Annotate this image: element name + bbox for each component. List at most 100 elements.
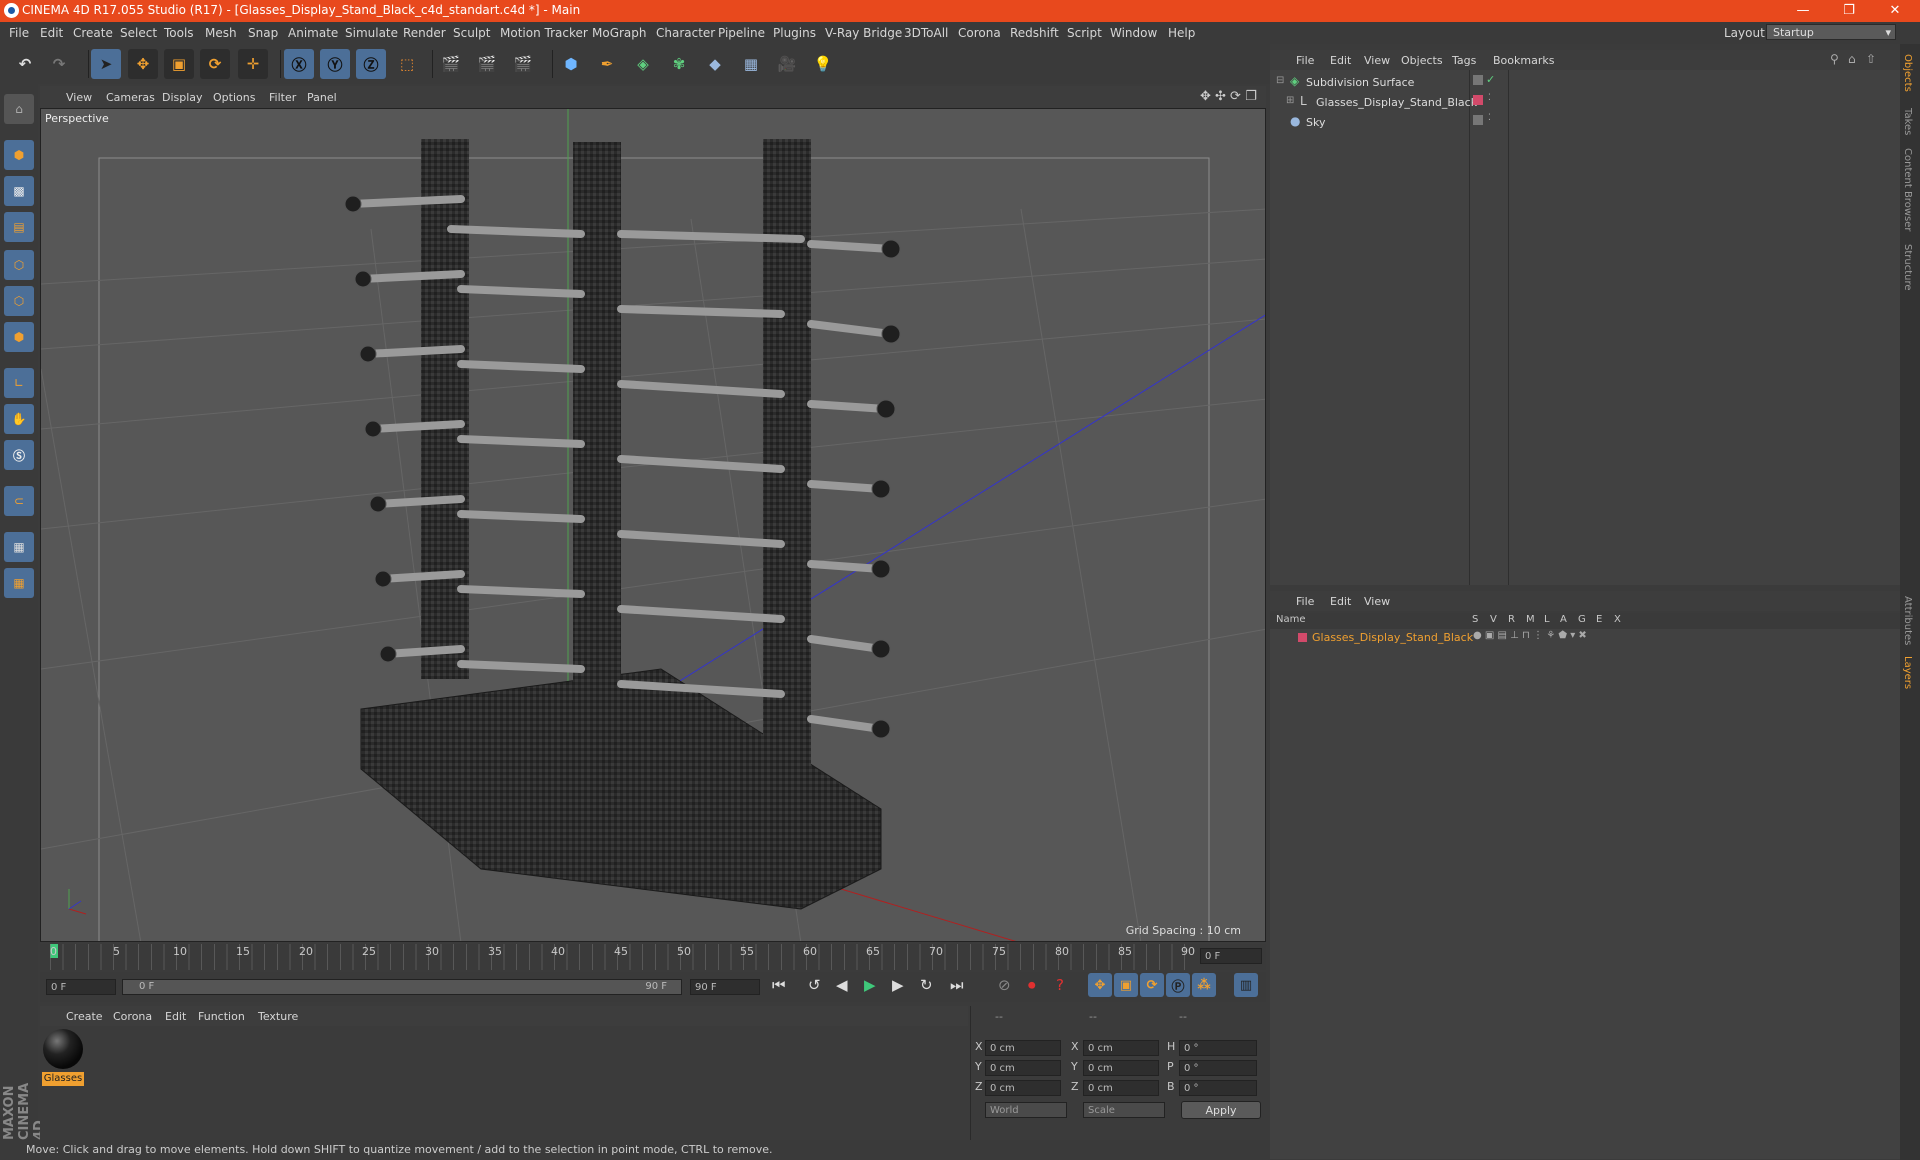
object-menu-objects[interactable]: Objects — [1401, 54, 1443, 67]
search-icon[interactable]: ⚲ — [1830, 52, 1839, 66]
material-menu-function[interactable]: Function — [198, 1010, 245, 1023]
layer-menu-file[interactable]: File — [1296, 595, 1314, 608]
add-floor-button[interactable]: ▦ — [736, 49, 766, 79]
object-menu-tags[interactable]: Tags — [1452, 54, 1476, 67]
menu-help[interactable]: Help — [1168, 26, 1195, 40]
material-menu-create[interactable]: Create — [66, 1010, 103, 1023]
layer-color-swatch[interactable] — [1298, 633, 1307, 642]
timeline-window-button[interactable]: ▥ — [1234, 973, 1258, 997]
x-axis-button[interactable]: Ⓧ — [284, 49, 314, 79]
rotation-b-field[interactable]: 0 ° — [1179, 1080, 1257, 1096]
position-y-field[interactable]: 0 cm — [985, 1060, 1061, 1076]
material-swatch-glasses[interactable]: Glasses — [42, 1028, 84, 1088]
current-frame-field[interactable]: 0 F — [1200, 948, 1262, 964]
rotation-p-field[interactable]: 0 ° — [1179, 1060, 1257, 1076]
key-position-button[interactable]: ✥ — [1088, 973, 1112, 997]
viewport-menu-filter[interactable]: Filter — [269, 91, 296, 104]
menu-render[interactable]: Render — [403, 26, 446, 40]
keyframe-selection-icon[interactable]: ? — [1056, 976, 1064, 994]
menu-select[interactable]: Select — [120, 26, 157, 40]
move-tool-button[interactable]: ✥ — [128, 49, 158, 79]
y-axis-button[interactable]: Ⓨ — [320, 49, 350, 79]
transform-tool-button[interactable]: ✛ — [238, 49, 268, 79]
menu-animate[interactable]: Animate — [288, 26, 338, 40]
end-frame-field[interactable]: 90 F — [690, 979, 760, 995]
key-rotation-button[interactable]: ⟳ — [1140, 973, 1164, 997]
menu-script[interactable]: Script — [1067, 26, 1102, 40]
undo-button[interactable]: ↶ — [10, 49, 40, 79]
add-cube-button[interactable]: ⬢ — [556, 49, 586, 79]
tweak-mode-button[interactable]: ✋ — [4, 404, 34, 434]
menu-motion-tracker[interactable]: Motion Tracker — [500, 26, 588, 40]
coordinate-mode-select[interactable]: Scale — [1083, 1102, 1165, 1118]
home-icon[interactable]: ⌂ — [1848, 52, 1856, 66]
prev-frame-icon[interactable]: ◀ — [836, 976, 848, 994]
menu-snap[interactable]: Snap — [248, 26, 278, 40]
preview-range-slider[interactable]: 0 F 90 F — [122, 979, 682, 995]
viewport-menu-display[interactable]: Display — [162, 91, 203, 104]
add-deformer-button[interactable]: ◆ — [700, 49, 730, 79]
solo-button[interactable]: Ⓢ — [4, 440, 34, 470]
3d-viewport[interactable]: Perspective Grid Spacing: 10 cm — [40, 108, 1266, 942]
autokey-icon[interactable]: ⏺ — [1028, 976, 1036, 994]
key-pla-button[interactable]: ⁂ — [1192, 973, 1216, 997]
menu-character[interactable]: Character — [656, 26, 715, 40]
render-view-button[interactable]: 🎬 — [436, 49, 466, 79]
object-menu-view[interactable]: View — [1364, 54, 1390, 67]
layer-menu-edit[interactable]: Edit — [1330, 595, 1351, 608]
planar-workplane-button[interactable]: ▦ — [4, 568, 34, 598]
menu-mograph[interactable]: MoGraph — [592, 26, 647, 40]
edges-mode-button[interactable]: ⬡ — [4, 286, 34, 316]
next-key-icon[interactable]: ↻ — [920, 976, 933, 994]
polygons-mode-button[interactable]: ⬢ — [4, 322, 34, 352]
menu-redshift[interactable]: Redshift — [1010, 26, 1059, 40]
live-selection-button[interactable]: ➤ — [91, 49, 121, 79]
expand-icon[interactable]: ⊞ — [1286, 95, 1294, 106]
close-button[interactable]: ✕ — [1872, 0, 1918, 22]
size-x-field[interactable]: 0 cm — [1083, 1040, 1159, 1056]
render-settings-button[interactable]: 🎬 — [508, 49, 538, 79]
start-frame-field[interactable]: 0 F — [46, 979, 116, 995]
tab-takes[interactable]: Takes — [1902, 108, 1913, 135]
object-menu-edit[interactable]: Edit — [1330, 54, 1351, 67]
texture-mode-button[interactable]: ▩ — [4, 176, 34, 206]
coordinate-space-select[interactable]: World — [985, 1102, 1067, 1118]
size-y-field[interactable]: 0 cm — [1083, 1060, 1159, 1076]
redo-button[interactable]: ↷ — [44, 49, 74, 79]
render-picture-viewer-button[interactable]: 🎬 — [472, 49, 502, 79]
menu-pipeline[interactable]: Pipeline — [718, 26, 765, 40]
prev-key-icon[interactable]: ↺ — [808, 976, 821, 994]
add-array-button[interactable]: ✾ — [664, 49, 694, 79]
material-menu-edit[interactable]: Edit — [165, 1010, 186, 1023]
minimize-button[interactable]: — — [1780, 0, 1826, 22]
menu-tools[interactable]: Tools — [164, 26, 194, 40]
viewport-menu-cameras[interactable]: Cameras — [106, 91, 155, 104]
make-editable-button[interactable]: ⌂ — [4, 94, 34, 124]
visibility-dots-icon[interactable]: ⁚ — [1488, 113, 1491, 123]
layout-select[interactable]: Startup ▾ — [1766, 24, 1896, 40]
scale-tool-button[interactable]: ▣ — [164, 49, 194, 79]
menu-3dtoall[interactable]: 3DToAll — [904, 26, 948, 40]
locked-workplane-button[interactable]: ▦ — [4, 532, 34, 562]
maximize-button[interactable]: ❐ — [1826, 0, 1872, 22]
tab-layers[interactable]: Layers — [1902, 656, 1913, 689]
layer-toggle-icons[interactable]: ● ▣ ▤ ⊥ ⊓ ⋮ ⚘ ⬟ ▾ ✖ — [1473, 630, 1587, 641]
layer-swatch-icon[interactable] — [1473, 75, 1483, 85]
viewport-menu-view[interactable]: View — [66, 91, 92, 104]
menu-create[interactable]: Create — [73, 26, 113, 40]
tab-content-browser[interactable]: Content Browser — [1902, 148, 1913, 231]
viewport-menu-panel[interactable]: Panel — [307, 91, 337, 104]
menu-corona[interactable]: Corona — [958, 26, 1001, 40]
menu-window[interactable]: Window — [1110, 26, 1157, 40]
tab-structure[interactable]: Structure — [1902, 244, 1913, 291]
position-x-field[interactable]: 0 cm — [985, 1040, 1061, 1056]
menu-simulate[interactable]: Simulate — [345, 26, 398, 40]
viewport-menu-options[interactable]: Options — [213, 91, 255, 104]
record-keys-icon[interactable]: ⊘ — [998, 976, 1011, 994]
key-parameter-button[interactable]: Ⓟ — [1166, 973, 1190, 997]
object-row[interactable]: ⊟ ◈ Subdivision Surface ✓ — [1270, 73, 1900, 91]
menu-file[interactable]: File — [9, 26, 29, 40]
checkmark-icon[interactable]: ✓ — [1486, 73, 1495, 86]
rotate-tool-button[interactable]: ⟳ — [200, 49, 230, 79]
collapse-icon[interactable]: ⊟ — [1276, 75, 1284, 86]
